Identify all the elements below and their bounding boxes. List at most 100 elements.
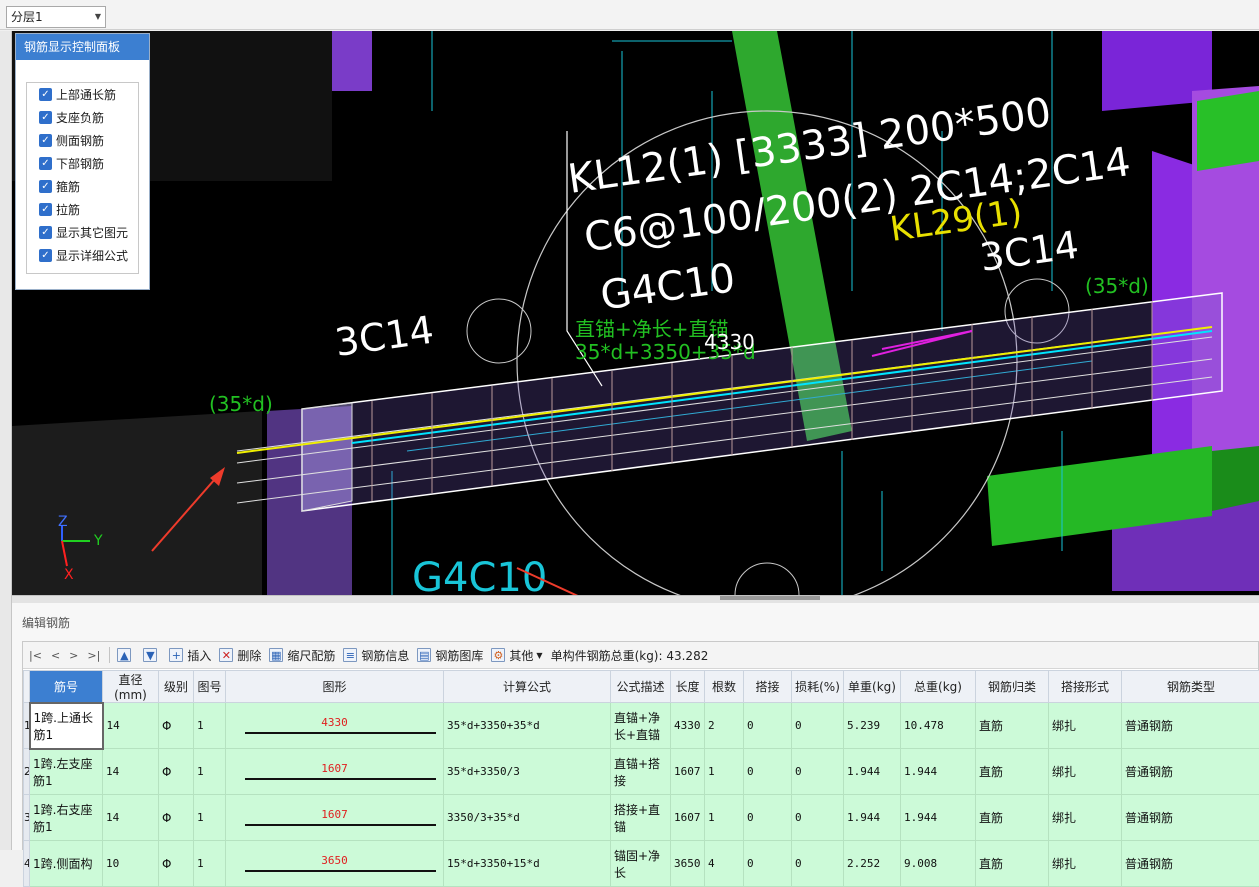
- rebar-info-button[interactable]: ≡钢筋信息: [343, 647, 409, 664]
- cell-lap-type[interactable]: 绑扎: [1049, 795, 1122, 841]
- move-down-button[interactable]: ▼: [143, 648, 161, 662]
- cell-length[interactable]: 4330: [671, 703, 705, 749]
- cell-figure[interactable]: 1: [194, 795, 226, 841]
- checkbox-checked-icon[interactable]: ✓: [39, 134, 52, 147]
- column-header[interactable]: 图号: [194, 671, 226, 703]
- table-row[interactable]: 2 1跨.左支座筋1 14 Φ 1 1607 35*d+3350/3 直锚+搭接…: [24, 749, 1259, 795]
- column-header[interactable]: 筋号: [30, 671, 103, 703]
- cell-count[interactable]: 1: [705, 795, 744, 841]
- cell-category[interactable]: 直筋: [976, 795, 1049, 841]
- cell-total-weight[interactable]: 10.478: [901, 703, 976, 749]
- checkbox-checked-icon[interactable]: ✓: [39, 88, 52, 101]
- cell-total-weight[interactable]: 1.944: [901, 749, 976, 795]
- column-header[interactable]: 公式描述: [611, 671, 671, 703]
- cell-diameter[interactable]: 10: [103, 841, 159, 887]
- delete-button[interactable]: ✕删除: [219, 647, 261, 664]
- rebar-library-button[interactable]: ▤钢筋图库: [417, 647, 483, 664]
- column-header[interactable]: 单重(kg): [844, 671, 901, 703]
- option-tie[interactable]: ✓拉筋: [27, 198, 138, 221]
- nav-prev-button[interactable]: <: [51, 649, 60, 662]
- cell-total-weight[interactable]: 9.008: [901, 841, 976, 887]
- cell-shape[interactable]: 4330: [226, 703, 444, 749]
- cell-lap[interactable]: 0: [744, 841, 792, 887]
- cell-length[interactable]: 3650: [671, 841, 705, 887]
- move-up-button[interactable]: ▲: [117, 648, 135, 662]
- checkbox-checked-icon[interactable]: ✓: [39, 226, 52, 239]
- cell-shape[interactable]: 3650: [226, 841, 444, 887]
- cell-grade[interactable]: Φ: [159, 841, 194, 887]
- cell-unit-weight[interactable]: 5.239: [844, 703, 901, 749]
- cell-loss[interactable]: 0: [792, 749, 844, 795]
- cell-desc[interactable]: 搭接+直锚: [611, 795, 671, 841]
- checkbox-checked-icon[interactable]: ✓: [39, 249, 52, 262]
- cell-unit-weight[interactable]: 2.252: [844, 841, 901, 887]
- column-header[interactable]: 钢筋类型: [1122, 671, 1259, 703]
- cell-name[interactable]: 1跨.左支座筋1: [30, 749, 103, 795]
- cell-formula[interactable]: 35*d+3350+35*d: [444, 703, 611, 749]
- cell-length[interactable]: 1607: [671, 749, 705, 795]
- column-header[interactable]: 总重(kg): [901, 671, 976, 703]
- table-row[interactable]: 3 1跨.右支座筋1 14 Φ 1 1607 3350/3+35*d 搭接+直锚…: [24, 795, 1259, 841]
- cell-bar-type[interactable]: 普通钢筋: [1122, 841, 1259, 887]
- cell-grade[interactable]: Φ: [159, 795, 194, 841]
- cell-loss[interactable]: 0: [792, 841, 844, 887]
- option-stirrup[interactable]: ✓箍筋: [27, 175, 138, 198]
- cell-length[interactable]: 1607: [671, 795, 705, 841]
- cell-desc[interactable]: 直锚+净长+直锚: [611, 703, 671, 749]
- cell-bar-type[interactable]: 普通钢筋: [1122, 749, 1259, 795]
- checkbox-checked-icon[interactable]: ✓: [39, 111, 52, 124]
- cell-category[interactable]: 直筋: [976, 749, 1049, 795]
- option-support-neg[interactable]: ✓支座负筋: [27, 106, 138, 129]
- cell-lap[interactable]: 0: [744, 749, 792, 795]
- checkbox-checked-icon[interactable]: ✓: [39, 157, 52, 170]
- cell-shape[interactable]: 1607: [226, 749, 444, 795]
- column-header[interactable]: 钢筋归类: [976, 671, 1049, 703]
- option-side-rebar[interactable]: ✓侧面钢筋: [27, 129, 138, 152]
- cell-lap-type[interactable]: 绑扎: [1049, 749, 1122, 795]
- cell-category[interactable]: 直筋: [976, 703, 1049, 749]
- other-menu-button[interactable]: ⚙其他▼: [491, 647, 542, 664]
- cell-desc[interactable]: 直锚+搭接: [611, 749, 671, 795]
- cell-lap[interactable]: 0: [744, 703, 792, 749]
- cell-bar-type[interactable]: 普通钢筋: [1122, 703, 1259, 749]
- cell-name[interactable]: 1跨.右支座筋1: [30, 795, 103, 841]
- column-header[interactable]: 直径(mm): [103, 671, 159, 703]
- cell-total-weight[interactable]: 1.944: [901, 795, 976, 841]
- scale-rebar-button[interactable]: ▦缩尺配筋: [269, 647, 335, 664]
- cell-desc[interactable]: 锚固+净长: [611, 841, 671, 887]
- cell-formula[interactable]: 15*d+3350+15*d: [444, 841, 611, 887]
- cell-diameter[interactable]: 14: [103, 795, 159, 841]
- column-header[interactable]: 计算公式: [444, 671, 611, 703]
- nav-first-button[interactable]: |<: [29, 649, 42, 662]
- cell-grade[interactable]: Φ: [159, 749, 194, 795]
- cell-name[interactable]: 1跨.侧面构: [30, 841, 103, 887]
- cell-unit-weight[interactable]: 1.944: [844, 795, 901, 841]
- checkbox-checked-icon[interactable]: ✓: [39, 203, 52, 216]
- cell-loss[interactable]: 0: [792, 703, 844, 749]
- checkbox-checked-icon[interactable]: ✓: [39, 180, 52, 193]
- cell-lap-type[interactable]: 绑扎: [1049, 703, 1122, 749]
- option-top-through[interactable]: ✓上部通长筋: [27, 83, 138, 106]
- splitter-grip[interactable]: [720, 596, 820, 600]
- option-detail-formula[interactable]: ✓显示详细公式: [27, 244, 138, 267]
- cell-figure[interactable]: 1: [194, 841, 226, 887]
- layer-select[interactable]: 分层1 ▼: [6, 6, 106, 28]
- insert-button[interactable]: +插入: [169, 647, 211, 664]
- cell-bar-type[interactable]: 普通钢筋: [1122, 795, 1259, 841]
- cell-lap-type[interactable]: 绑扎: [1049, 841, 1122, 887]
- nav-last-button[interactable]: >|: [87, 649, 100, 662]
- cell-figure[interactable]: 1: [194, 703, 226, 749]
- option-bottom-rebar[interactable]: ✓下部钢筋: [27, 152, 138, 175]
- nav-next-button[interactable]: >: [69, 649, 78, 662]
- cell-category[interactable]: 直筋: [976, 841, 1049, 887]
- column-header[interactable]: 搭接形式: [1049, 671, 1122, 703]
- cell-grade[interactable]: Φ: [159, 703, 194, 749]
- cell-figure[interactable]: 1: [194, 749, 226, 795]
- column-header[interactable]: 搭接: [744, 671, 792, 703]
- cell-diameter[interactable]: 14: [103, 749, 159, 795]
- panel-splitter[interactable]: [12, 595, 1259, 603]
- column-header[interactable]: 根数: [705, 671, 744, 703]
- cell-unit-weight[interactable]: 1.944: [844, 749, 901, 795]
- cell-lap[interactable]: 0: [744, 795, 792, 841]
- cell-count[interactable]: 2: [705, 703, 744, 749]
